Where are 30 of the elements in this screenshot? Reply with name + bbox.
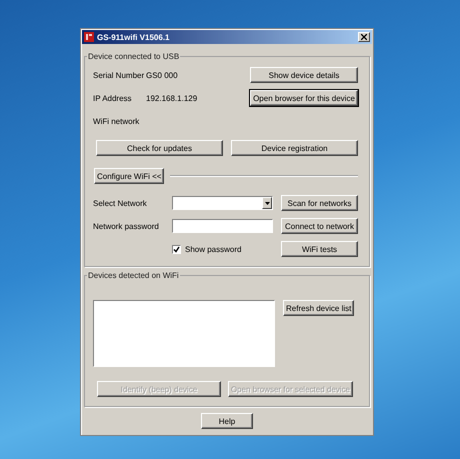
- help-button[interactable]: Help: [201, 413, 253, 429]
- close-button[interactable]: [358, 32, 370, 42]
- wifi-tests-button[interactable]: WiFi tests: [281, 241, 358, 257]
- app-logo-icon: [84, 32, 94, 42]
- action-button[interactable]: Show device details: [250, 67, 358, 83]
- caret-icon: [264, 202, 270, 204]
- group-label: Devices detected on WiFi: [87, 271, 180, 280]
- scan-button[interactable]: Scan for networks: [281, 195, 358, 211]
- password-field[interactable]: [172, 219, 273, 233]
- group-label: Device connected to USB: [87, 52, 180, 61]
- checkbox[interactable]: [172, 244, 181, 254]
- field-label: Select Network: [93, 198, 148, 208]
- action-button[interactable]: Device registration: [231, 140, 358, 156]
- field-label: WiFi network: [93, 116, 140, 126]
- action-button[interactable]: Check for updates: [96, 140, 223, 156]
- window-title: GS-911wifi V1506.1: [97, 32, 170, 42]
- action-button[interactable]: Open browser for this device: [250, 90, 358, 106]
- field-value: 192.168.1.129: [146, 94, 198, 102]
- close-icon: [361, 34, 367, 40]
- device-list[interactable]: [93, 300, 275, 367]
- field-label: Network password: [93, 222, 160, 230]
- checkbox-label: Show password: [185, 244, 242, 254]
- network-dropdown[interactable]: [172, 196, 273, 210]
- configure-toggle-button[interactable]: Configure WiFi <<: [94, 168, 164, 184]
- field-label: Serial Number: [93, 70, 146, 80]
- field-value: GS0 000: [146, 70, 179, 80]
- connect-button[interactable]: Connect to network: [281, 218, 358, 234]
- dropdown-button[interactable]: [262, 197, 272, 209]
- refresh-button[interactable]: Refresh device list: [283, 300, 354, 316]
- field-label: IP Address: [93, 94, 133, 102]
